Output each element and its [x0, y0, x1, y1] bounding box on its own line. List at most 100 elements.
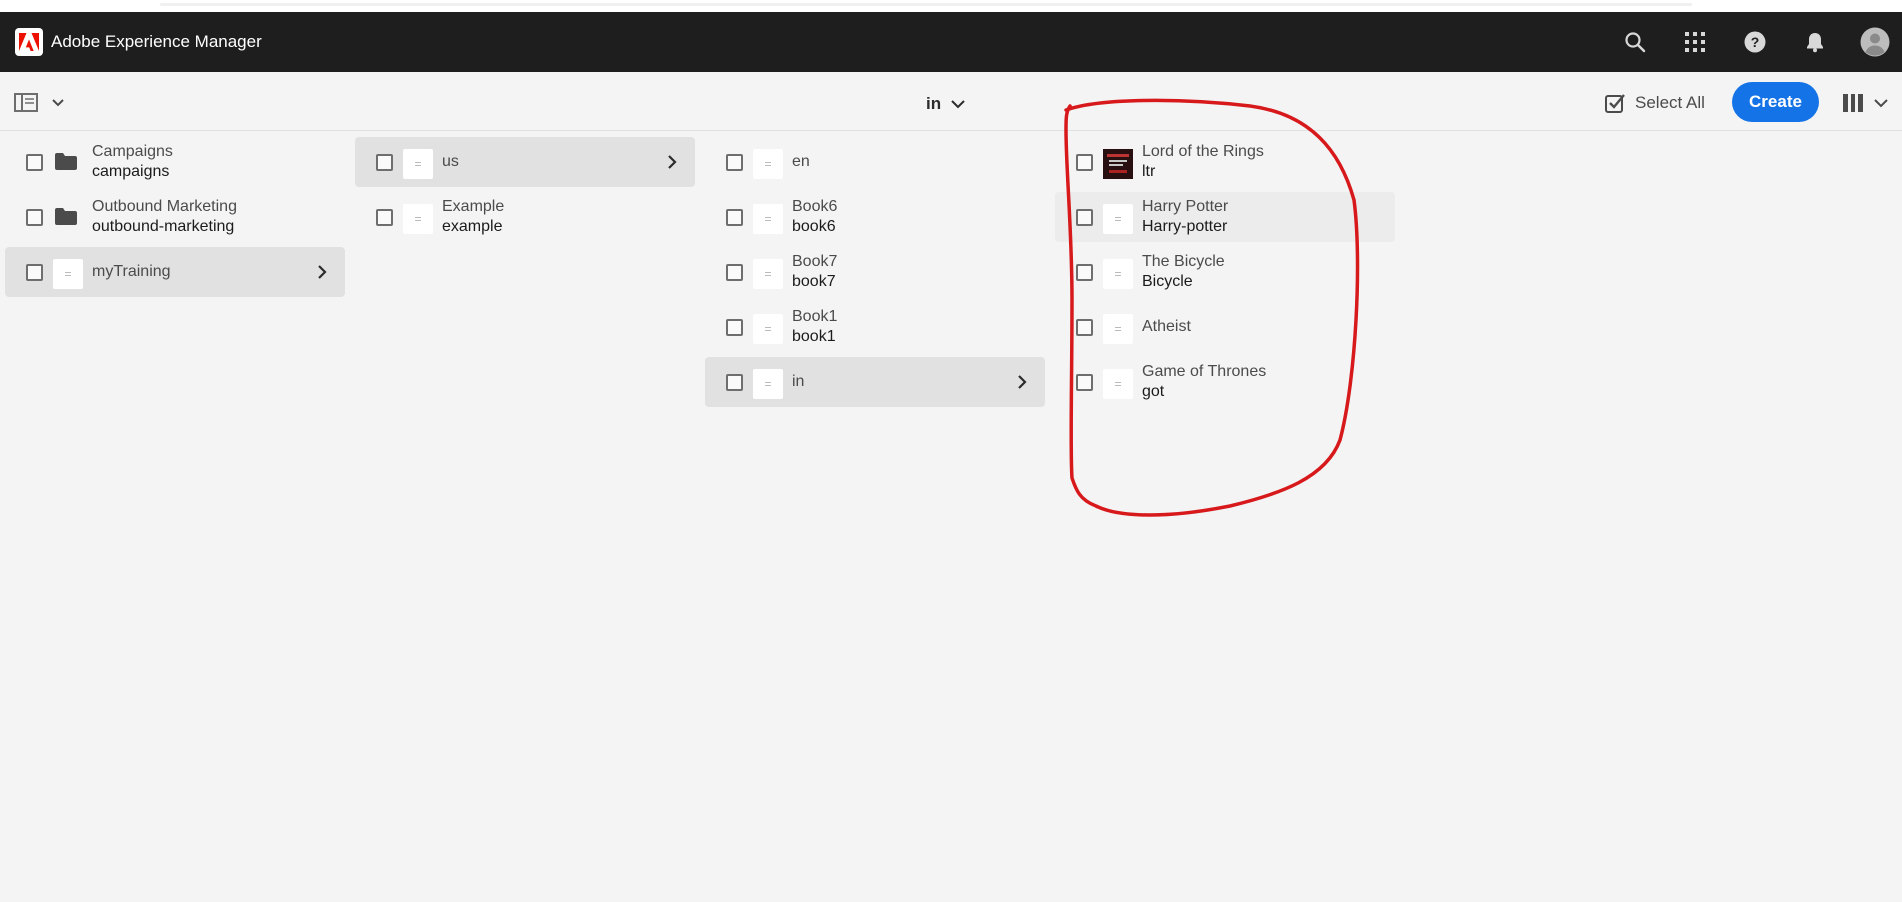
book-cover-thumbnail [1103, 149, 1133, 179]
row-checkbox[interactable] [726, 374, 743, 391]
list-item-selected[interactable]: us [355, 137, 695, 187]
row-checkbox[interactable] [26, 264, 43, 281]
list-item[interactable]: Lord of the Rings ltr [1055, 137, 1395, 187]
list-item[interactable]: The Bicycle Bicycle [1055, 247, 1395, 297]
row-checkbox[interactable] [1076, 374, 1093, 391]
folder-icon [55, 208, 77, 225]
breadcrumb[interactable]: in [926, 90, 965, 118]
column-4: Lord of the Rings ltr Harry Potter Harry… [1055, 137, 1395, 412]
chevron-down-icon [52, 99, 64, 107]
item-title: in [792, 373, 805, 390]
shell-header: Adobe Experience Manager ? [0, 12, 1902, 72]
item-title: myTraining [92, 263, 171, 280]
item-name: book6 [792, 218, 836, 235]
column-view-icon [1843, 94, 1863, 112]
item-name: book7 [792, 273, 836, 290]
rail-toggle-button[interactable] [14, 91, 66, 115]
item-labels: Book7 book7 [792, 252, 837, 292]
view-switcher[interactable] [1842, 90, 1894, 116]
svg-text:?: ? [1751, 34, 1760, 50]
row-checkbox[interactable] [726, 264, 743, 281]
item-labels: Book6 book6 [792, 197, 837, 237]
breadcrumb-current: in [926, 94, 942, 113]
item-labels: in [792, 372, 804, 392]
select-all-label: Select All [1635, 93, 1705, 112]
page-icon [1103, 314, 1133, 344]
checkbox-checked-icon [1605, 94, 1625, 113]
rail-icon [14, 93, 38, 112]
item-title: Atheist [1142, 318, 1191, 335]
list-item-selected[interactable]: in [705, 357, 1045, 407]
item-title: The Bicycle [1142, 253, 1225, 270]
app-title[interactable]: Adobe Experience Manager [51, 30, 262, 54]
chevron-right-icon [1018, 375, 1027, 389]
row-checkbox[interactable] [376, 154, 393, 171]
page-icon [53, 259, 83, 289]
list-item[interactable]: Atheist [1055, 302, 1395, 352]
item-name: ltr [1142, 163, 1156, 180]
row-checkbox[interactable] [376, 209, 393, 226]
item-title: Outbound Marketing [92, 198, 237, 215]
bell-icon[interactable] [1800, 27, 1830, 57]
search-icon[interactable] [1620, 27, 1650, 57]
item-labels: The Bicycle Bicycle [1142, 252, 1225, 292]
annotation-circle [1064, 98, 1360, 517]
page-icon [753, 204, 783, 234]
chevron-right-icon [318, 265, 327, 279]
item-labels: myTraining [92, 262, 171, 282]
item-labels: us [442, 152, 459, 172]
list-item[interactable]: Example example [355, 192, 695, 242]
list-item[interactable]: Harry Potter Harry-potter [1055, 192, 1395, 242]
item-name: outbound-marketing [92, 218, 235, 235]
page-icon [1103, 259, 1133, 289]
item-labels: Outbound Marketing outbound-marketing [92, 197, 237, 237]
list-item[interactable]: Outbound Marketing outbound-marketing [5, 192, 345, 242]
list-item[interactable]: Book1 book1 [705, 302, 1045, 352]
select-all-button[interactable]: Select All [1604, 89, 1705, 117]
item-title: Book1 [792, 308, 838, 325]
item-name: book1 [792, 328, 836, 345]
row-checkbox[interactable] [726, 319, 743, 336]
list-item[interactable]: Book6 book6 [705, 192, 1045, 242]
column-2: us Example example [355, 137, 695, 247]
item-name: Bicycle [1142, 273, 1193, 290]
item-name: example [442, 218, 503, 235]
list-item[interactable]: Campaigns campaigns [5, 137, 345, 187]
create-button[interactable]: Create [1732, 82, 1819, 122]
page-icon [1103, 204, 1133, 234]
item-title: Book6 [792, 198, 838, 215]
folder-icon [55, 153, 77, 170]
item-title: en [792, 153, 810, 170]
row-checkbox[interactable] [1076, 319, 1093, 336]
item-labels: Example example [442, 197, 504, 237]
adobe-logo-icon[interactable] [15, 28, 43, 56]
row-checkbox[interactable] [1076, 264, 1093, 281]
item-labels: Atheist [1142, 317, 1191, 337]
item-title: Campaigns [92, 143, 173, 160]
row-checkbox[interactable] [26, 209, 43, 226]
page-icon [753, 259, 783, 289]
action-bar: in Select All Create [0, 72, 1902, 131]
apps-grid-icon[interactable] [1680, 27, 1710, 57]
row-checkbox[interactable] [1076, 154, 1093, 171]
row-checkbox[interactable] [26, 154, 43, 171]
list-item[interactable]: en [705, 137, 1045, 187]
chevron-right-icon [668, 155, 677, 169]
item-title: Game of Thrones [1142, 363, 1267, 380]
list-item[interactable]: Game of Thrones got [1055, 357, 1395, 407]
row-checkbox[interactable] [1076, 209, 1093, 226]
page-icon [753, 149, 783, 179]
item-labels: Campaigns campaigns [92, 142, 173, 182]
item-labels: en [792, 152, 810, 172]
browser-top-strip [0, 0, 1902, 12]
page-icon [1103, 369, 1133, 399]
row-checkbox[interactable] [726, 154, 743, 171]
avatar[interactable] [1860, 27, 1890, 57]
help-icon[interactable]: ? [1740, 27, 1770, 57]
list-item[interactable]: Book7 book7 [705, 247, 1045, 297]
column-3: en Book6 book6 Book7 book7 Book1 book1 i… [705, 137, 1045, 412]
page-icon [753, 369, 783, 399]
row-checkbox[interactable] [726, 209, 743, 226]
list-item-selected[interactable]: myTraining [5, 247, 345, 297]
item-title: Harry Potter [1142, 198, 1229, 215]
